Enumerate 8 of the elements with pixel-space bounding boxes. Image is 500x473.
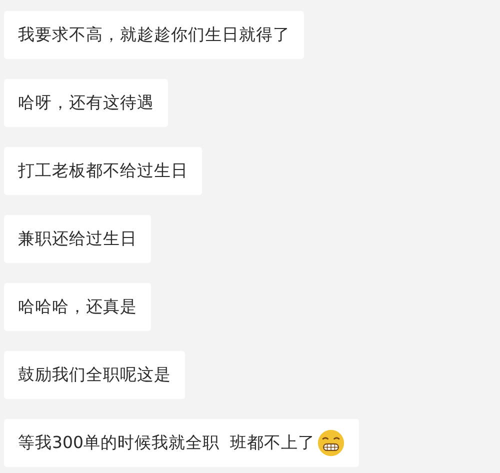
message-text: 我要求不高，就趁趁你们生日就得了 xyxy=(18,24,290,46)
message-text: 兼职还给过生日 xyxy=(18,228,137,250)
message-text: 哈呀，还有这待遇 xyxy=(18,92,154,114)
message-text: 打工老板都不给过生日 xyxy=(18,160,188,182)
message-text: 鼓励我们全职呢这是 xyxy=(18,364,171,386)
message-text: 等我300单的时候我就全职 班都不上了 xyxy=(18,432,315,454)
grin-emoji-icon xyxy=(316,429,345,457)
message-text: 哈哈哈，还真是 xyxy=(18,296,137,318)
